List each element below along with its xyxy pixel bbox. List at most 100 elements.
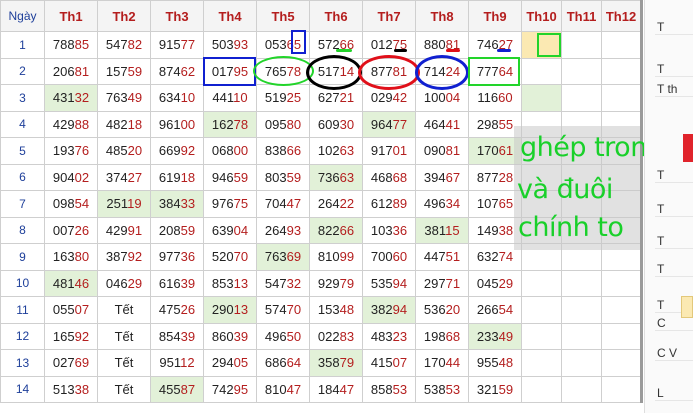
result-head-digits: 788 (52, 37, 75, 53)
result-cell: 86039 (203, 322, 257, 350)
result-cell: 66992 (150, 137, 204, 165)
result-head-digits: 233 (476, 328, 499, 344)
result-head-digits: 976 (211, 196, 234, 212)
result-cell: 04629 (97, 269, 151, 297)
result-tail-digits: 38 (74, 381, 90, 397)
column-header-month: Th10 (521, 0, 562, 32)
result-tail-digits: 88 (74, 116, 90, 132)
result-cell: 80359 (256, 163, 310, 191)
result-tail-digits: 71 (445, 275, 461, 291)
result-head-digits: 874 (158, 63, 181, 79)
result-head-digits: 163 (52, 249, 75, 265)
result-head-digits: 639 (211, 222, 234, 238)
result-head-digits: 170 (423, 355, 446, 371)
result-cell (521, 31, 562, 59)
result-tail-digits: 79 (339, 275, 355, 291)
result-tail-digits: 49 (127, 90, 143, 106)
day-cell: 14 (0, 375, 45, 403)
result-cell: Tết (97, 322, 151, 350)
result-head-digits: 860 (211, 328, 234, 344)
result-cell: 74295 (203, 375, 257, 403)
day-cell: 5 (0, 137, 45, 165)
result-tail-digits: 13 (233, 302, 249, 318)
result-head-digits: 170 (476, 143, 499, 159)
result-head-digits: 536 (423, 302, 446, 318)
result-tail-digits: 69 (286, 249, 302, 265)
result-tail-digits: 77 (392, 116, 408, 132)
result-tail-digits: 34 (445, 196, 461, 212)
result-cell: 48323 (362, 322, 416, 350)
result-cell (521, 322, 562, 350)
result-head-digits: 475 (158, 302, 181, 318)
result-head-digits: 822 (317, 222, 340, 238)
result-cell: 49634 (415, 190, 469, 218)
result-cell: 10336 (362, 216, 416, 244)
result-tail-digits: 62 (180, 63, 196, 79)
result-cell: 05365 (256, 31, 310, 59)
result-tail-digits: 59 (286, 169, 302, 185)
result-cell: 02769 (44, 349, 98, 377)
result-cell: 04529 (468, 269, 522, 297)
result-cell: 25119 (97, 190, 151, 218)
result-cell: 54732 (256, 269, 310, 297)
result-cell: 17044 (415, 349, 469, 377)
result-head-digits: 513 (52, 381, 75, 397)
result-head-digits: 810 (317, 249, 340, 265)
red-tab-marker[interactable] (683, 134, 693, 162)
result-head-digits: 208 (158, 222, 181, 238)
result-cell (521, 84, 562, 112)
column-header-month: Th7 (362, 0, 416, 32)
result-tail-digits: 79 (339, 355, 355, 371)
result-cell: 51714 (309, 57, 363, 85)
result-tail-digits: 38 (498, 222, 514, 238)
result-head-digits: 198 (423, 328, 446, 344)
result-head-digits: 669 (158, 143, 181, 159)
result-head-digits: 447 (423, 249, 446, 265)
result-head-digits: 777 (476, 63, 499, 79)
result-head-digits: 297 (423, 275, 446, 291)
result-tail-digits: 14 (339, 63, 355, 79)
result-tail-digits: 59 (127, 63, 143, 79)
result-cell: 26654 (468, 296, 522, 324)
result-tail-digits: 07 (74, 302, 90, 318)
result-head-digits: 977 (158, 249, 181, 265)
result-head-digits: 251 (106, 196, 128, 212)
side-panel: TTT th T T T T T C C VL (644, 0, 693, 413)
result-cell: 51338 (44, 375, 98, 403)
result-cell: 76578 (256, 57, 310, 85)
result-tail-digits: 01 (392, 143, 408, 159)
result-cell: 90402 (44, 163, 98, 191)
result-tail-digits: 64 (498, 63, 514, 79)
result-tail-digits: 21 (339, 90, 355, 106)
result-head-digits: 574 (264, 302, 287, 318)
result-tail-digits: 65 (286, 37, 302, 53)
result-cell: 19376 (44, 137, 98, 165)
result-head-digits: 055 (52, 302, 75, 318)
result-tail-digits: 20 (445, 302, 461, 318)
column-header-month: Th6 (309, 0, 363, 32)
result-cell: 20859 (150, 216, 204, 244)
result-tail-digits: 25 (286, 90, 302, 106)
result-tail-digits: 04 (233, 222, 249, 238)
result-cell: 61639 (150, 269, 204, 297)
result-tail-digits: 44 (445, 355, 461, 371)
result-tail-digits: 92 (127, 249, 143, 265)
result-cell: 87462 (150, 57, 204, 85)
table-row: 11 05507 Tết 47526 29013 57470 15348 38294 53620… (0, 296, 642, 324)
result-tail-digits: 39 (180, 328, 196, 344)
result-head-digits: 266 (476, 302, 499, 318)
result-tail-digits: 76 (74, 143, 90, 159)
result-cell: 49650 (256, 322, 310, 350)
result-cell: 38115 (415, 216, 469, 244)
column-header-month: Th5 (256, 0, 310, 32)
result-tail-digits: 67 (445, 169, 461, 185)
result-head-digits: 485 (105, 143, 128, 159)
result-head-digits: 496 (264, 328, 287, 344)
result-tail-digits: 23 (392, 328, 408, 344)
side-input-field[interactable] (681, 296, 693, 318)
result-tail-digits: 39 (180, 275, 196, 291)
result-head-digits: 917 (370, 143, 393, 159)
result-cell: 53853 (415, 375, 469, 403)
result-cell: 48146 (44, 269, 98, 297)
result-cell: Tết (97, 375, 151, 403)
